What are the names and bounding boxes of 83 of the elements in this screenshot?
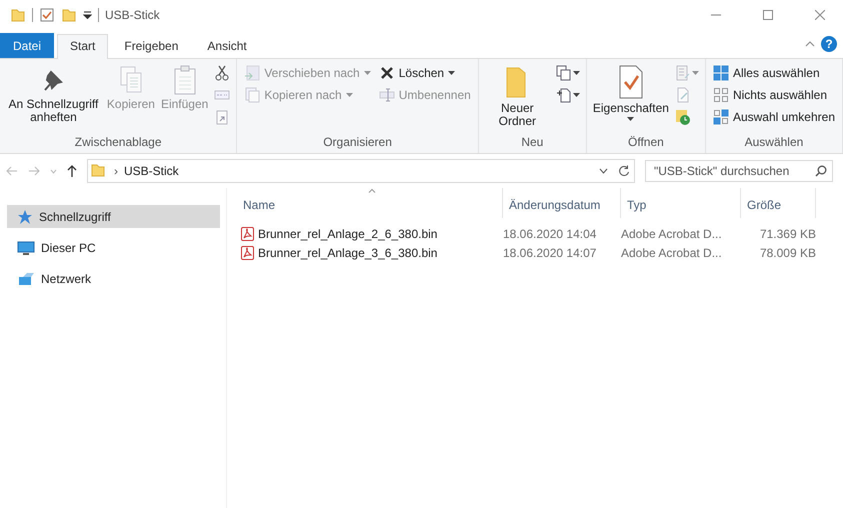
caret-icon (692, 70, 699, 76)
chevron-down-icon (50, 168, 57, 174)
column-header[interactable]: Typ (621, 188, 741, 218)
date-cell-text: 18.06.2020 14:07 (503, 246, 598, 260)
up-button[interactable] (67, 165, 77, 177)
shortcut-icon (214, 109, 230, 125)
ribbon-button[interactable]: Löschen (376, 64, 474, 82)
new-document-icon (556, 87, 572, 103)
caret-icon (346, 92, 353, 98)
window-title: USB-Stick (98, 8, 160, 22)
help-button[interactable]: ? (821, 36, 837, 52)
file-name[interactable]: Brunner_rel_Anlage_3_6_380.bin (258, 246, 438, 260)
breadcrumb-separator: › (114, 164, 118, 178)
rename-icon (378, 87, 395, 103)
refresh-icon (618, 165, 630, 177)
folder-icon (61, 7, 77, 23)
pdf-file-icon (241, 226, 254, 240)
group-label: Organisieren (322, 135, 393, 151)
back-arrow-icon (6, 166, 18, 176)
ribbon-button[interactable]: Nichts auswählen (710, 86, 838, 104)
ribbon-tab[interactable]: Start (57, 34, 108, 59)
column-header[interactable]: Größe (741, 188, 816, 218)
type-cell-text: Adobe Acrobat D... (621, 226, 723, 240)
invert-selection-icon (712, 109, 729, 125)
ribbon-tab[interactable]: Freigeben (111, 34, 192, 58)
properties-icon[interactable] (39, 7, 55, 23)
copy-to-icon (244, 87, 260, 103)
caret-icon (364, 70, 371, 76)
group-label: Öffnen (627, 135, 665, 151)
search-icon (815, 165, 827, 177)
size-cell-text: 78.009 KB (758, 246, 816, 260)
group-label: Zwischenablage (74, 135, 163, 151)
close-icon (815, 10, 825, 20)
search-field[interactable]: "USB-Stick" durchsuchen (645, 160, 833, 182)
ribbon-button[interactable]: Eigenschaften (590, 62, 671, 135)
sidebar-item[interactable]: Netzwerk (7, 267, 220, 290)
ribbon-button[interactable]: An Schnellzugriff anheften (4, 62, 103, 135)
caret-icon (448, 70, 456, 76)
delete-icon (378, 65, 395, 81)
history-icon (674, 109, 691, 125)
ribbon-button[interactable]: Auswahl umkehren (710, 108, 838, 126)
file-menu-button[interactable]: Datei (0, 33, 54, 58)
group-label: Neu (520, 135, 544, 151)
star-icon (17, 208, 33, 224)
ribbon-tab[interactable]: Ansicht (194, 34, 260, 58)
move-icon (244, 65, 260, 81)
type-cell-text: Adobe Acrobat D... (621, 246, 723, 260)
back-button[interactable] (6, 166, 18, 176)
new-item-icon (556, 65, 572, 81)
address-dropdown-button[interactable] (599, 168, 608, 174)
sidebar-item[interactable]: Schnellzugriff (7, 205, 220, 228)
caret-icon (572, 92, 580, 98)
column-header[interactable]: Name (241, 188, 503, 218)
ribbon-tool-button[interactable] (554, 64, 582, 82)
ribbon-button[interactable]: Neuer Ordner (482, 62, 552, 135)
group-label: Auswählen (744, 135, 804, 151)
chevron-down-icon (599, 168, 608, 174)
sidebar-item[interactable]: Dieser PC (7, 236, 220, 259)
address-field[interactable]: › USB-Stick (87, 159, 635, 183)
monitor-icon (17, 240, 35, 256)
date-cell-text: 18.06.2020 14:04 (503, 226, 598, 240)
breadcrumb-item[interactable]: USB-Stick (124, 164, 179, 178)
column-header[interactable]: Änderungsdatum (503, 188, 621, 218)
forward-button[interactable] (28, 166, 40, 176)
pdf-file-icon (241, 246, 254, 260)
scissors-icon (214, 65, 230, 81)
forward-arrow-icon (28, 166, 40, 176)
maximize-icon (763, 10, 773, 20)
caret-icon (627, 117, 634, 122)
up-arrow-icon (67, 165, 77, 177)
file-name[interactable]: Brunner_rel_Anlage_2_6_380.bin (258, 226, 438, 240)
recent-locations-button[interactable] (50, 168, 57, 174)
open-icon (674, 65, 691, 81)
customize-caret-icon[interactable] (83, 11, 92, 19)
caret-icon (572, 70, 580, 76)
select-none-icon (712, 87, 729, 103)
ribbon-button[interactable]: Alles auswählen (710, 64, 838, 82)
size-cell-text: 71.369 KB (758, 226, 816, 240)
collapse-ribbon-icon[interactable] (805, 41, 815, 47)
edit-icon (674, 87, 691, 103)
select-all-icon (712, 65, 729, 81)
network-icon (17, 270, 35, 286)
folder-icon (10, 7, 26, 23)
